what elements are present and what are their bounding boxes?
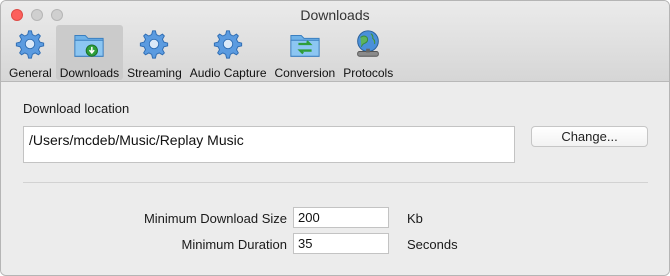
- globe-network-icon: [357, 30, 380, 57]
- conversion-folder-icon: [290, 35, 320, 57]
- tab-audio-capture[interactable]: Audio Capture: [186, 25, 271, 80]
- gear-icon: [214, 30, 243, 59]
- tab-conversion[interactable]: Conversion: [271, 25, 340, 80]
- downloads-pane: Download location /Users/mcdeb/Music/Rep…: [1, 82, 669, 275]
- tab-protocols[interactable]: Protocols: [339, 25, 397, 80]
- change-button[interactable]: Change...: [531, 126, 648, 147]
- min-download-size-unit: Kb: [407, 211, 423, 226]
- tab-protocols-label: Protocols: [343, 66, 394, 80]
- preferences-window: Downloads General Downloads Streaming Au…: [0, 0, 670, 276]
- tab-general[interactable]: General: [5, 25, 56, 80]
- gear-icon: [16, 30, 45, 59]
- tab-streaming-label: Streaming: [127, 66, 182, 80]
- download-location-label: Download location: [23, 101, 130, 116]
- tab-streaming[interactable]: Streaming: [123, 25, 186, 80]
- toolbar: Downloads General Downloads Streaming Au…: [1, 1, 669, 82]
- window-title: Downloads: [300, 7, 370, 23]
- min-duration-field[interactable]: 35: [293, 233, 389, 254]
- tab-audio-capture-label: Audio Capture: [189, 66, 267, 80]
- tab-conversion-label: Conversion: [274, 66, 336, 80]
- gear-icon: [140, 30, 169, 59]
- divider: [23, 182, 648, 183]
- preference-tabs: General Downloads Streaming Audio Captur…: [5, 25, 397, 80]
- min-download-size-field[interactable]: 200: [293, 207, 389, 228]
- min-duration-unit: Seconds: [407, 237, 458, 252]
- min-duration-label: Minimum Duration: [181, 237, 287, 252]
- tab-downloads-label: Downloads: [59, 66, 120, 80]
- download-folder-icon: [74, 35, 104, 57]
- tab-general-label: General: [9, 66, 52, 80]
- download-location-field[interactable]: /Users/mcdeb/Music/Replay Music: [23, 126, 515, 163]
- tab-downloads[interactable]: Downloads: [55, 25, 124, 80]
- min-download-size-label: Minimum Download Size: [143, 211, 287, 226]
